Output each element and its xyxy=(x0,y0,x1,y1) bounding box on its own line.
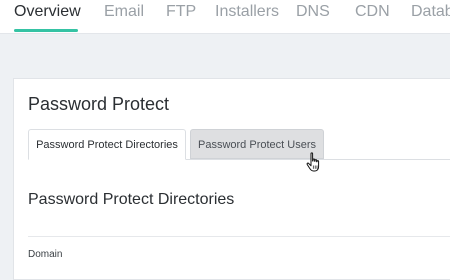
section-title: Password Protect Directories xyxy=(28,191,235,208)
tab-ftp[interactable]: FTP xyxy=(166,3,196,21)
subtab-password-protect-users[interactable]: Password Protect Users xyxy=(190,129,324,159)
tab-installers[interactable]: Installers xyxy=(215,3,279,21)
tab-dns[interactable]: DNS xyxy=(296,3,330,21)
active-tab-indicator xyxy=(14,29,78,32)
column-header-domain: Domain xyxy=(28,249,63,260)
hand-pointer-icon xyxy=(306,152,320,172)
tab-email[interactable]: Email xyxy=(104,3,144,21)
tab-overview[interactable]: Overview xyxy=(14,3,81,21)
top-nav-bar: Overview Email FTP Installers DNS CDN Da… xyxy=(0,0,450,34)
tab-cdn[interactable]: CDN xyxy=(355,3,390,21)
tab-databases[interactable]: Datab xyxy=(411,3,450,21)
section-divider xyxy=(28,236,450,237)
page-title: Password Protect xyxy=(28,94,170,114)
subtab-password-protect-directories[interactable]: Password Protect Directories xyxy=(28,129,186,160)
